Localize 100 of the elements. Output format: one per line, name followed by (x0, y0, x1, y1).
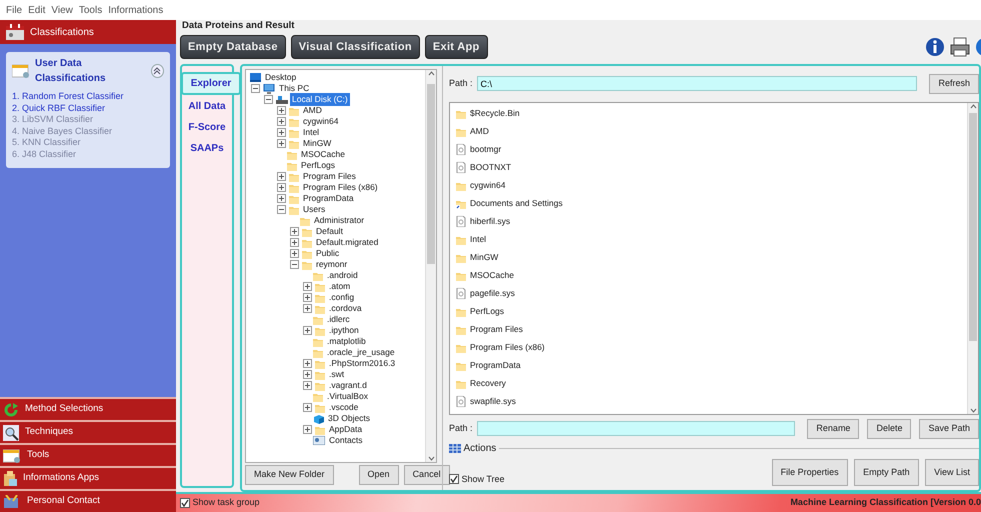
tree-item[interactable]: 3D Objects (326, 412, 372, 425)
directory-entry[interactable]: swapfile.sys (470, 395, 516, 408)
expander-icon[interactable] (303, 359, 312, 368)
expander-icon[interactable] (290, 227, 299, 236)
directory-entry[interactable]: Documents and Settings (470, 197, 563, 210)
classifier-link[interactable]: 1. Random Forest Classifier (12, 91, 164, 102)
expander-icon[interactable] (303, 381, 312, 390)
expander-icon[interactable] (277, 183, 286, 192)
scroll-up-icon[interactable] (970, 102, 976, 108)
tree-item[interactable]: AppData (327, 423, 364, 436)
tree-item[interactable]: This PC (277, 82, 312, 95)
tab[interactable]: All Data (182, 97, 232, 116)
tree-item[interactable]: Program Files (x86) (301, 181, 380, 194)
action-button[interactable]: File Properties (772, 458, 848, 486)
expander-icon[interactable] (303, 326, 312, 335)
directory-entry[interactable]: Program Files (x86) (470, 341, 545, 354)
tree-item[interactable]: cygwin64 (301, 115, 340, 128)
expander-icon[interactable] (251, 84, 260, 93)
tree-item[interactable]: .matplotlib (325, 335, 368, 348)
tree-item[interactable]: Default (314, 225, 345, 238)
tree-item[interactable]: Users (301, 203, 328, 216)
expander-icon[interactable] (277, 205, 286, 214)
expander-icon[interactable] (303, 304, 312, 313)
tree-item[interactable]: .swt (327, 368, 346, 381)
sidebar-item[interactable]: Techniques (0, 420, 176, 443)
expander-icon[interactable] (303, 370, 312, 379)
scroll-up-icon[interactable] (428, 70, 434, 76)
tree-item[interactable]: Default.migrated (314, 236, 380, 249)
sidebar-header[interactable]: Classifications (0, 20, 176, 44)
menu-item[interactable]: File (6, 2, 22, 18)
tree-item[interactable]: .atom (327, 280, 352, 293)
tree-item[interactable]: Administrator (312, 214, 366, 227)
expander-icon[interactable] (277, 128, 286, 137)
tree-item[interactable]: AMD (301, 104, 324, 117)
tree-item[interactable]: .android (325, 269, 360, 282)
action-button[interactable]: Empty Path (854, 458, 919, 486)
tree-item[interactable]: .vscode (327, 401, 360, 414)
tab[interactable]: SAAPs (182, 139, 232, 158)
show-task-group-checkbox[interactable]: Show task group (180, 496, 260, 510)
tree-item[interactable]: .oracle_jre_usage (325, 346, 397, 359)
menu-item[interactable]: View (51, 2, 73, 18)
tree-item[interactable]: .idlerc (325, 313, 352, 326)
directory-entry[interactable]: MinGW (470, 251, 498, 264)
scrollbar[interactable] (967, 102, 978, 414)
expander-icon[interactable] (277, 172, 286, 181)
tree-item[interactable]: .cordova (327, 302, 364, 315)
menu-item[interactable]: Informations (108, 2, 164, 18)
tree-item[interactable]: .vagrant.d (327, 379, 369, 392)
tree-item[interactable]: Contacts (327, 434, 365, 447)
dialog-button[interactable]: Cancel (404, 465, 450, 484)
sidebar-item[interactable]: Informations Apps (0, 466, 176, 489)
toolbar-button[interactable]: Exit App (424, 34, 488, 60)
directory-entry[interactable]: PerfLogs (470, 305, 504, 318)
tree-item[interactable]: MinGW (301, 137, 334, 150)
directory-entry[interactable]: bootmgr (470, 143, 502, 156)
tree-item[interactable]: Desktop (263, 71, 298, 84)
collapse-button[interactable] (150, 64, 164, 78)
directory-entry[interactable]: Program Files (470, 323, 523, 336)
sidebar-item[interactable]: Personal Contact (0, 489, 176, 512)
scroll-down-icon[interactable] (428, 456, 434, 462)
expander-icon[interactable] (277, 194, 286, 203)
expander-icon[interactable] (277, 117, 286, 126)
expander-icon[interactable] (303, 293, 312, 302)
sidebar-item[interactable]: Method Selections (0, 397, 176, 420)
tree-item[interactable]: PerfLogs (299, 159, 338, 172)
action-button[interactable]: View List (925, 458, 979, 486)
expander-icon[interactable] (303, 282, 312, 291)
scrollbar[interactable] (425, 70, 436, 462)
expander-icon[interactable] (277, 139, 286, 148)
tree-item[interactable]: Local Disk (C:) (290, 93, 350, 106)
directory-entry[interactable]: AMD (470, 125, 489, 138)
action-button[interactable]: Delete (867, 419, 912, 438)
action-button[interactable]: Rename (807, 419, 860, 438)
info-icon[interactable] (925, 37, 945, 57)
directory-entry[interactable]: pagefile.sys (470, 287, 515, 300)
path-field[interactable] (476, 421, 796, 436)
tree-item[interactable]: Public (314, 247, 342, 260)
directory-entry[interactable]: cygwin64 (470, 179, 506, 192)
show-tree-checkbox[interactable]: Show Tree (449, 472, 505, 486)
tree-item[interactable]: .PhpStorm2016.3 (327, 357, 398, 370)
directory-entry[interactable]: ProgramData (470, 359, 521, 372)
scroll-down-icon[interactable] (970, 408, 976, 414)
toolbar-button[interactable]: Visual Classification (290, 34, 420, 60)
menu-item[interactable]: Tools (78, 2, 102, 18)
tree-item[interactable]: .VirtualBox (325, 390, 370, 403)
expander-icon[interactable] (303, 425, 312, 434)
classifier-link[interactable]: 2. Quick RBF Classifier (12, 102, 164, 114)
directory-entry[interactable]: $Recycle.Bin (470, 107, 520, 120)
tree-item[interactable]: Intel (301, 126, 322, 139)
expander-icon[interactable] (277, 106, 286, 115)
directory-entry[interactable]: Recovery (470, 377, 506, 390)
sidebar-item[interactable]: Tools (0, 443, 176, 466)
tree-item[interactable]: .ipython (327, 324, 361, 337)
expander-icon[interactable] (290, 238, 299, 247)
directory-entry[interactable]: hiberfil.sys (470, 215, 510, 228)
tab[interactable]: F-Score (182, 118, 232, 137)
expander-icon[interactable] (290, 260, 299, 269)
directory-entry[interactable]: BOOTNXT (470, 161, 512, 174)
action-button[interactable]: Save Path (919, 419, 979, 438)
expander-icon[interactable] (290, 249, 299, 258)
